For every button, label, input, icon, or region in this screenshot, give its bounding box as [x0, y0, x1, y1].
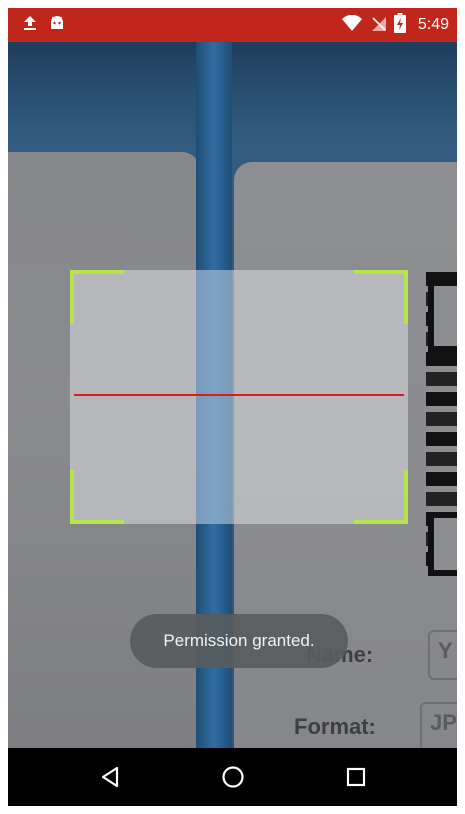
upload-icon: [22, 14, 38, 37]
recents-icon: [346, 767, 365, 787]
scan-corner-top-left: [70, 270, 124, 324]
home-icon: [221, 766, 244, 788]
status-right-icons: 5:49: [341, 8, 449, 42]
scan-frame: [70, 270, 408, 524]
toast-message: Permission granted.: [130, 614, 348, 668]
scan-corner-top-right: [354, 270, 408, 324]
battery-charging-icon: [393, 12, 406, 38]
card-format-field: JP: [420, 702, 457, 748]
scan-corner-bottom-right: [354, 470, 408, 524]
scan-corner-bottom-left: [70, 470, 124, 524]
camera-preview: Name: Y Format: JP Permission granted.: [8, 42, 457, 748]
qr-finder-pattern-bottom: [428, 512, 457, 576]
navigation-bar: [8, 748, 457, 806]
no-sim-icon: [370, 15, 386, 36]
scan-frame-strip: [196, 270, 232, 524]
recents-button[interactable]: [336, 757, 376, 797]
status-bar: 5:49: [8, 8, 457, 42]
card-format-label: Format:: [294, 714, 376, 739]
card-name-field: Y: [428, 630, 457, 680]
status-left-icons: [22, 8, 66, 42]
scan-laser-line: [74, 394, 404, 396]
back-icon: [101, 766, 118, 788]
home-button[interactable]: [213, 757, 253, 797]
qr-finder-pattern-top: [428, 280, 457, 352]
wifi-icon: [341, 14, 362, 36]
status-time: 5:49: [417, 16, 449, 33]
android-icon: [48, 14, 66, 37]
phone-screen: 5:49 Name: Y Format: JP Permission grant…: [8, 8, 457, 806]
back-button[interactable]: [90, 757, 130, 797]
